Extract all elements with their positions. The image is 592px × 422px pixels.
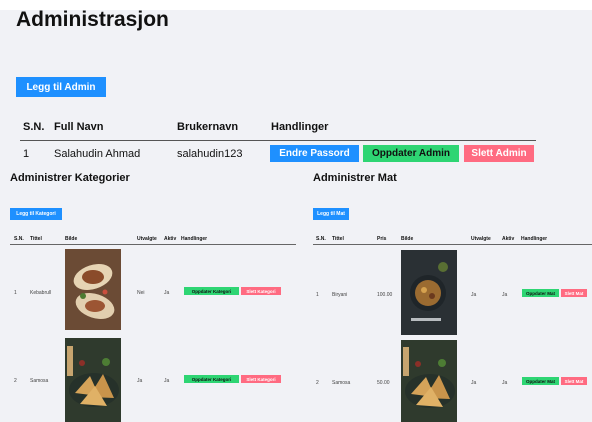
category-row-1-sn: 1 [14, 290, 17, 296]
add-food-button[interactable]: Legg til Mat [313, 208, 349, 220]
admin-row-sn: 1 [23, 148, 30, 160]
category-header-featured: Utvalgte [137, 236, 157, 242]
food-row-1-sn: 1 [316, 292, 319, 298]
delete-admin-button[interactable]: Slett Admin [464, 145, 534, 162]
admin-header-username: Brukernavn [177, 121, 239, 133]
food-row-1-title: Biryani [332, 292, 348, 298]
food-row-1-featured: Ja [471, 292, 477, 298]
category-row-2-update-button[interactable]: Oppdater Kategori [184, 375, 239, 383]
add-category-button[interactable]: Legg til Kategori [10, 208, 62, 220]
admin-header-divider [20, 140, 536, 141]
category-row-1-title: Kebabrull [30, 290, 52, 296]
biryani-image [401, 250, 457, 335]
food-header-divider [313, 244, 592, 245]
foods-title: Administrer Mat [313, 172, 397, 184]
categories-title: Administrer Kategorier [10, 172, 130, 184]
category-header-title: Tittel [30, 236, 42, 242]
add-admin-button[interactable]: Legg til Admin [16, 77, 106, 97]
food-row-1-price: 100.00 [377, 292, 393, 298]
category-header-sn: S.N. [14, 236, 24, 242]
food-header-actions: Handlinger [521, 236, 548, 242]
category-header-active: Aktiv [164, 236, 177, 242]
food-header-image: Bilde [401, 236, 414, 242]
food-header-price: Pris [377, 236, 387, 242]
page-title: Administrasjon [16, 8, 169, 31]
food-samosa-image [401, 340, 457, 422]
category-row-1-delete-button[interactable]: Slett Kategori [241, 287, 281, 295]
category-row-2-featured: Ja [137, 378, 143, 384]
samosa-image [65, 338, 121, 422]
category-row-2-delete-button[interactable]: Slett Kategori [241, 375, 281, 383]
food-row-2-featured: Ja [471, 380, 477, 386]
category-header-actions: Handlinger [181, 236, 208, 242]
food-row-2-price: 50.00 [377, 380, 390, 386]
food-row-1-delete-button[interactable]: Slett Mat [561, 289, 587, 297]
admin-row-full-name: Salahudin Ahmad [54, 148, 141, 160]
food-header-active: Aktiv [502, 236, 515, 242]
food-header-title: Tittel [332, 236, 344, 242]
food-row-2-title: Samosa [332, 380, 351, 386]
category-row-2-active: Ja [164, 378, 170, 384]
kebab-wrap-image [65, 249, 121, 330]
category-row-2-title: Samosa [30, 378, 49, 384]
admin-header-full-name: Full Navn [54, 121, 104, 133]
category-header-image: Bilde [65, 236, 78, 242]
food-header-featured: Utvalgte [471, 236, 491, 242]
food-header-sn: S.N. [316, 236, 326, 242]
update-admin-button[interactable]: Oppdater Admin [363, 145, 459, 162]
admin-row-username: salahudin123 [177, 148, 243, 160]
category-row-2-sn: 2 [14, 378, 17, 384]
admin-page: Administrasjon Legg til Admin S.N. Full … [0, 0, 592, 422]
food-row-2-delete-button[interactable]: Slett Mat [561, 377, 587, 385]
food-row-2-update-button[interactable]: Oppdater Mat [522, 377, 559, 385]
food-row-2-active: Ja [502, 380, 508, 386]
food-row-2-sn: 2 [316, 380, 319, 386]
admin-header-sn: S.N. [23, 121, 45, 133]
food-row-1-update-button[interactable]: Oppdater Mat [522, 289, 559, 297]
category-row-1-featured: Nei [137, 290, 145, 296]
category-header-divider [10, 244, 296, 245]
change-password-button[interactable]: Endre Passord [270, 145, 359, 162]
admin-header-actions: Handlinger [271, 121, 329, 133]
category-row-1-active: Ja [164, 290, 170, 296]
food-row-1-active: Ja [502, 292, 508, 298]
category-row-1-update-button[interactable]: Oppdater Kategori [184, 287, 239, 295]
